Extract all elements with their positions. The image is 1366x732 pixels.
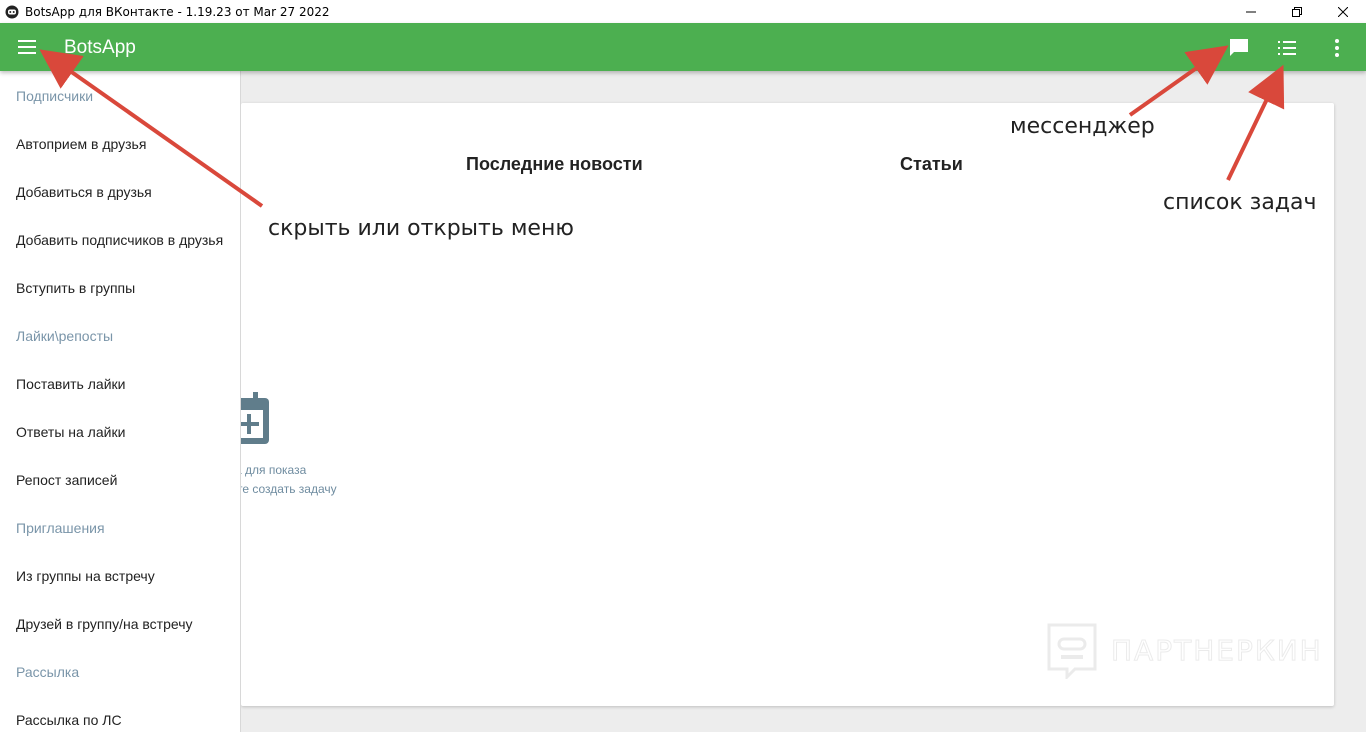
chat-icon: [1230, 39, 1248, 56]
restore-icon: [1292, 6, 1302, 17]
menu-item-group-to-event[interactable]: Из группы на встречу: [16, 568, 231, 584]
app-logo-icon: [5, 5, 19, 19]
close-button[interactable]: [1320, 0, 1366, 23]
watermark: ПАРТНЕРКИН: [1045, 621, 1323, 679]
minimize-button[interactable]: [1228, 0, 1274, 23]
calendar-add-icon: [241, 392, 269, 444]
menu-item-like-answers[interactable]: Ответы на лайки: [16, 424, 231, 440]
partnerkin-logo-icon: [1047, 623, 1097, 679]
more-options-button[interactable]: [1324, 35, 1350, 61]
watermark-text: ПАРТНЕРКИН: [1111, 633, 1323, 667]
section-invitations: Приглашения: [16, 520, 105, 536]
app-title: BotsApp: [64, 37, 136, 58]
empty-state-line-2: те создать задачу: [241, 482, 337, 496]
hamburger-icon: [18, 40, 36, 54]
window-titlebar: BotsApp для ВКонтакте - 1.19.23 от Mar 2…: [0, 0, 1366, 23]
section-subscribers: Подписчики: [16, 88, 94, 104]
section-likes-reposts: Лайки\репосты: [16, 328, 114, 344]
menu-item-join-groups[interactable]: Вступить в группы: [16, 280, 231, 296]
menu-item-put-likes[interactable]: Поставить лайки: [16, 376, 231, 392]
messenger-button[interactable]: [1226, 35, 1252, 61]
menu-item-auto-accept[interactable]: Автоприем в друзья: [16, 136, 231, 152]
navigation-drawer: Подписчики Автоприем в друзья Добавиться…: [0, 71, 241, 732]
restore-button[interactable]: [1274, 0, 1320, 23]
empty-state-line-1: а для показа: [241, 463, 307, 477]
content-card: Последние новости Статьи а для показа те…: [241, 103, 1334, 706]
task-list-button[interactable]: [1274, 35, 1300, 61]
close-icon: [1338, 6, 1348, 17]
window-title: BotsApp для ВКонтакте - 1.19.23 от Mar 2…: [25, 4, 330, 19]
minimize-icon: [1246, 11, 1256, 12]
tab-articles[interactable]: Статьи: [900, 154, 963, 175]
menu-item-add-subscribers[interactable]: Добавить подписчиков в друзья: [16, 232, 231, 248]
menu-item-repost[interactable]: Репост записей: [16, 472, 231, 488]
menu-item-add-friends[interactable]: Добавиться в друзья: [16, 184, 231, 200]
menu-item-pm-mailing[interactable]: Рассылка по ЛС: [16, 712, 231, 728]
menu-toggle-button[interactable]: [14, 35, 42, 59]
more-vertical-icon: [1335, 39, 1339, 57]
tab-latest-news[interactable]: Последние новости: [466, 154, 643, 175]
app-toolbar: BotsApp: [0, 23, 1366, 71]
menu-item-friends-to-group[interactable]: Друзей в группу/на встречу: [16, 616, 231, 632]
list-icon: [1278, 41, 1296, 55]
section-mailing: Рассылка: [16, 664, 80, 680]
